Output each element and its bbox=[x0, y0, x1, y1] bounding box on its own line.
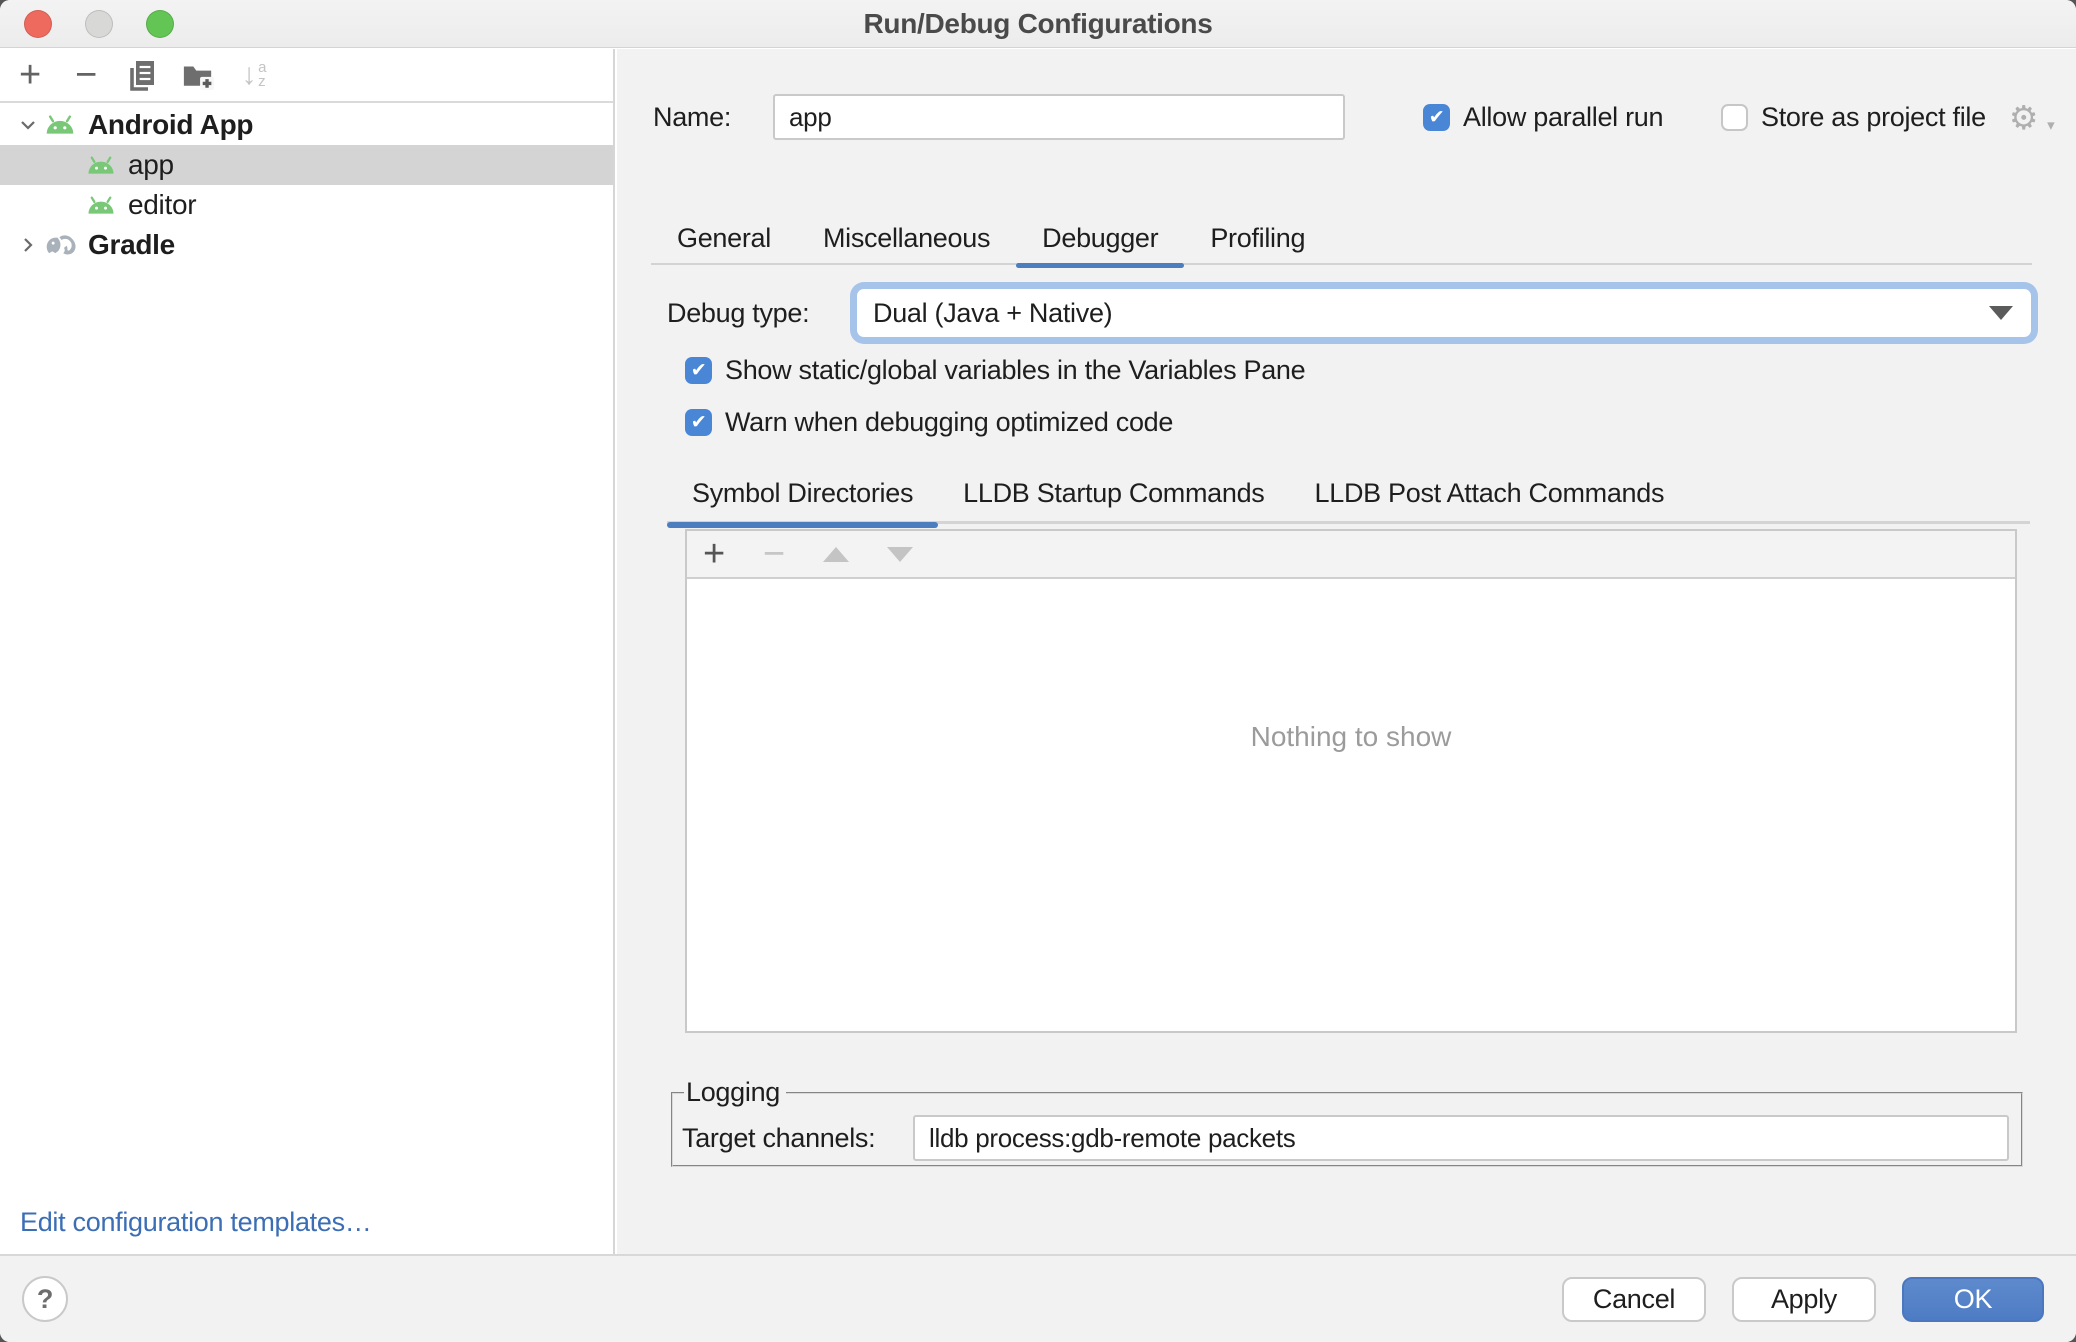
remove-directory-icon: − bbox=[763, 537, 785, 571]
new-folder-icon[interactable] bbox=[182, 59, 214, 91]
debugger-subtabs: Symbol Directories LLDB Startup Commands… bbox=[667, 463, 2030, 524]
empty-list-message: Nothing to show bbox=[687, 721, 2015, 753]
dialog-title: Run/Debug Configurations bbox=[0, 0, 2076, 48]
checkbox-checked-icon: ✔ bbox=[685, 409, 712, 436]
titlebar: Run/Debug Configurations bbox=[0, 0, 2076, 48]
debug-type-value: Dual (Java + Native) bbox=[873, 298, 1112, 329]
logging-group: Logging Target channels: bbox=[671, 1077, 2023, 1167]
gradle-icon bbox=[44, 234, 76, 256]
allow-parallel-run-label: Allow parallel run bbox=[1463, 102, 1663, 133]
dropdown-arrow-icon bbox=[1989, 306, 2013, 320]
dialog-footer: ? Cancel Apply OK bbox=[0, 1254, 2076, 1342]
subtab-symbol-directories[interactable]: Symbol Directories bbox=[667, 463, 938, 524]
help-button[interactable]: ? bbox=[22, 1276, 68, 1322]
action-buttons: Cancel Apply OK bbox=[1562, 1277, 2044, 1322]
subtab-lldb-startup-commands[interactable]: LLDB Startup Commands bbox=[938, 463, 1289, 524]
move-up-icon bbox=[823, 547, 849, 562]
android-icon bbox=[44, 115, 76, 135]
configuration-editor: Name: ✔ Allow parallel run Store as proj… bbox=[617, 49, 2076, 1254]
tree-item-gradle[interactable]: Gradle bbox=[0, 225, 613, 265]
remove-configuration-icon[interactable]: − bbox=[70, 59, 102, 91]
target-channels-label: Target channels: bbox=[682, 1123, 913, 1154]
tab-general[interactable]: General bbox=[651, 212, 797, 265]
tree-item-label: editor bbox=[128, 189, 196, 221]
cancel-button[interactable]: Cancel bbox=[1562, 1277, 1706, 1322]
tree-item-label: Gradle bbox=[88, 229, 175, 261]
tree-item-label: Android App bbox=[88, 109, 253, 141]
configurations-sidebar: + − ↓az bbox=[0, 49, 615, 1254]
show-static-globals-checkbox[interactable]: ✔ Show static/global variables in the Va… bbox=[685, 350, 1305, 390]
edit-configuration-templates-link[interactable]: Edit configuration templates… bbox=[20, 1207, 372, 1238]
tab-debugger[interactable]: Debugger bbox=[1016, 212, 1184, 265]
move-down-icon bbox=[887, 547, 913, 562]
configuration-tabs: General Miscellaneous Debugger Profiling bbox=[651, 212, 2032, 265]
logging-legend: Logging bbox=[684, 1077, 786, 1108]
chevron-down-icon[interactable] bbox=[12, 114, 44, 136]
add-configuration-icon[interactable]: + bbox=[14, 59, 46, 91]
sort-configurations-icon: ↓az bbox=[238, 59, 270, 91]
target-channels-input[interactable] bbox=[913, 1115, 2009, 1161]
debug-type-label: Debug type: bbox=[667, 285, 809, 341]
tree-item-android-app[interactable]: Android App bbox=[0, 105, 613, 145]
warn-optimized-code-checkbox[interactable]: ✔ Warn when debugging optimized code bbox=[685, 402, 1173, 442]
debug-type-dropdown[interactable]: Dual (Java + Native) bbox=[857, 289, 2031, 337]
subtab-lldb-post-attach-commands[interactable]: LLDB Post Attach Commands bbox=[1290, 463, 1690, 524]
tab-miscellaneous[interactable]: Miscellaneous bbox=[797, 212, 1016, 265]
name-label: Name: bbox=[653, 94, 731, 140]
android-icon bbox=[86, 156, 116, 175]
tab-profiling[interactable]: Profiling bbox=[1184, 212, 1331, 265]
symbol-directories-toolbar: + − bbox=[687, 531, 2015, 579]
checkbox-checked-icon: ✔ bbox=[1423, 104, 1450, 131]
tree-item-app[interactable]: app bbox=[0, 145, 613, 185]
checkbox-unchecked-icon bbox=[1721, 104, 1748, 131]
checkbox-checked-icon: ✔ bbox=[685, 357, 712, 384]
apply-button[interactable]: Apply bbox=[1732, 1277, 1876, 1322]
gear-icon[interactable]: ⚙ bbox=[2009, 101, 2038, 134]
copy-configuration-icon[interactable] bbox=[126, 59, 158, 91]
gear-caret-icon: ▾ bbox=[2047, 116, 2054, 140]
android-icon bbox=[86, 196, 116, 215]
add-directory-icon[interactable]: + bbox=[703, 537, 725, 571]
sidebar-toolbar: + − ↓az bbox=[0, 49, 613, 103]
store-as-project-file-label: Store as project file bbox=[1761, 102, 1986, 133]
name-input[interactable] bbox=[773, 94, 1345, 140]
run-debug-configurations-dialog: Run/Debug Configurations + − bbox=[0, 0, 2076, 1342]
chevron-right-icon[interactable] bbox=[12, 234, 44, 256]
configurations-tree: Android App app bbox=[0, 103, 613, 265]
store-as-project-file-checkbox[interactable]: Store as project file ⚙ ▾ bbox=[1721, 94, 2054, 140]
tree-item-editor[interactable]: editor bbox=[0, 185, 613, 225]
tree-item-label: app bbox=[128, 149, 174, 181]
show-static-globals-label: Show static/global variables in the Vari… bbox=[725, 355, 1305, 386]
warn-optimized-code-label: Warn when debugging optimized code bbox=[725, 407, 1173, 438]
ok-button[interactable]: OK bbox=[1902, 1277, 2044, 1322]
allow-parallel-run-checkbox[interactable]: ✔ Allow parallel run bbox=[1423, 94, 1663, 140]
symbol-directories-panel: + − Nothing to show bbox=[685, 529, 2017, 1033]
